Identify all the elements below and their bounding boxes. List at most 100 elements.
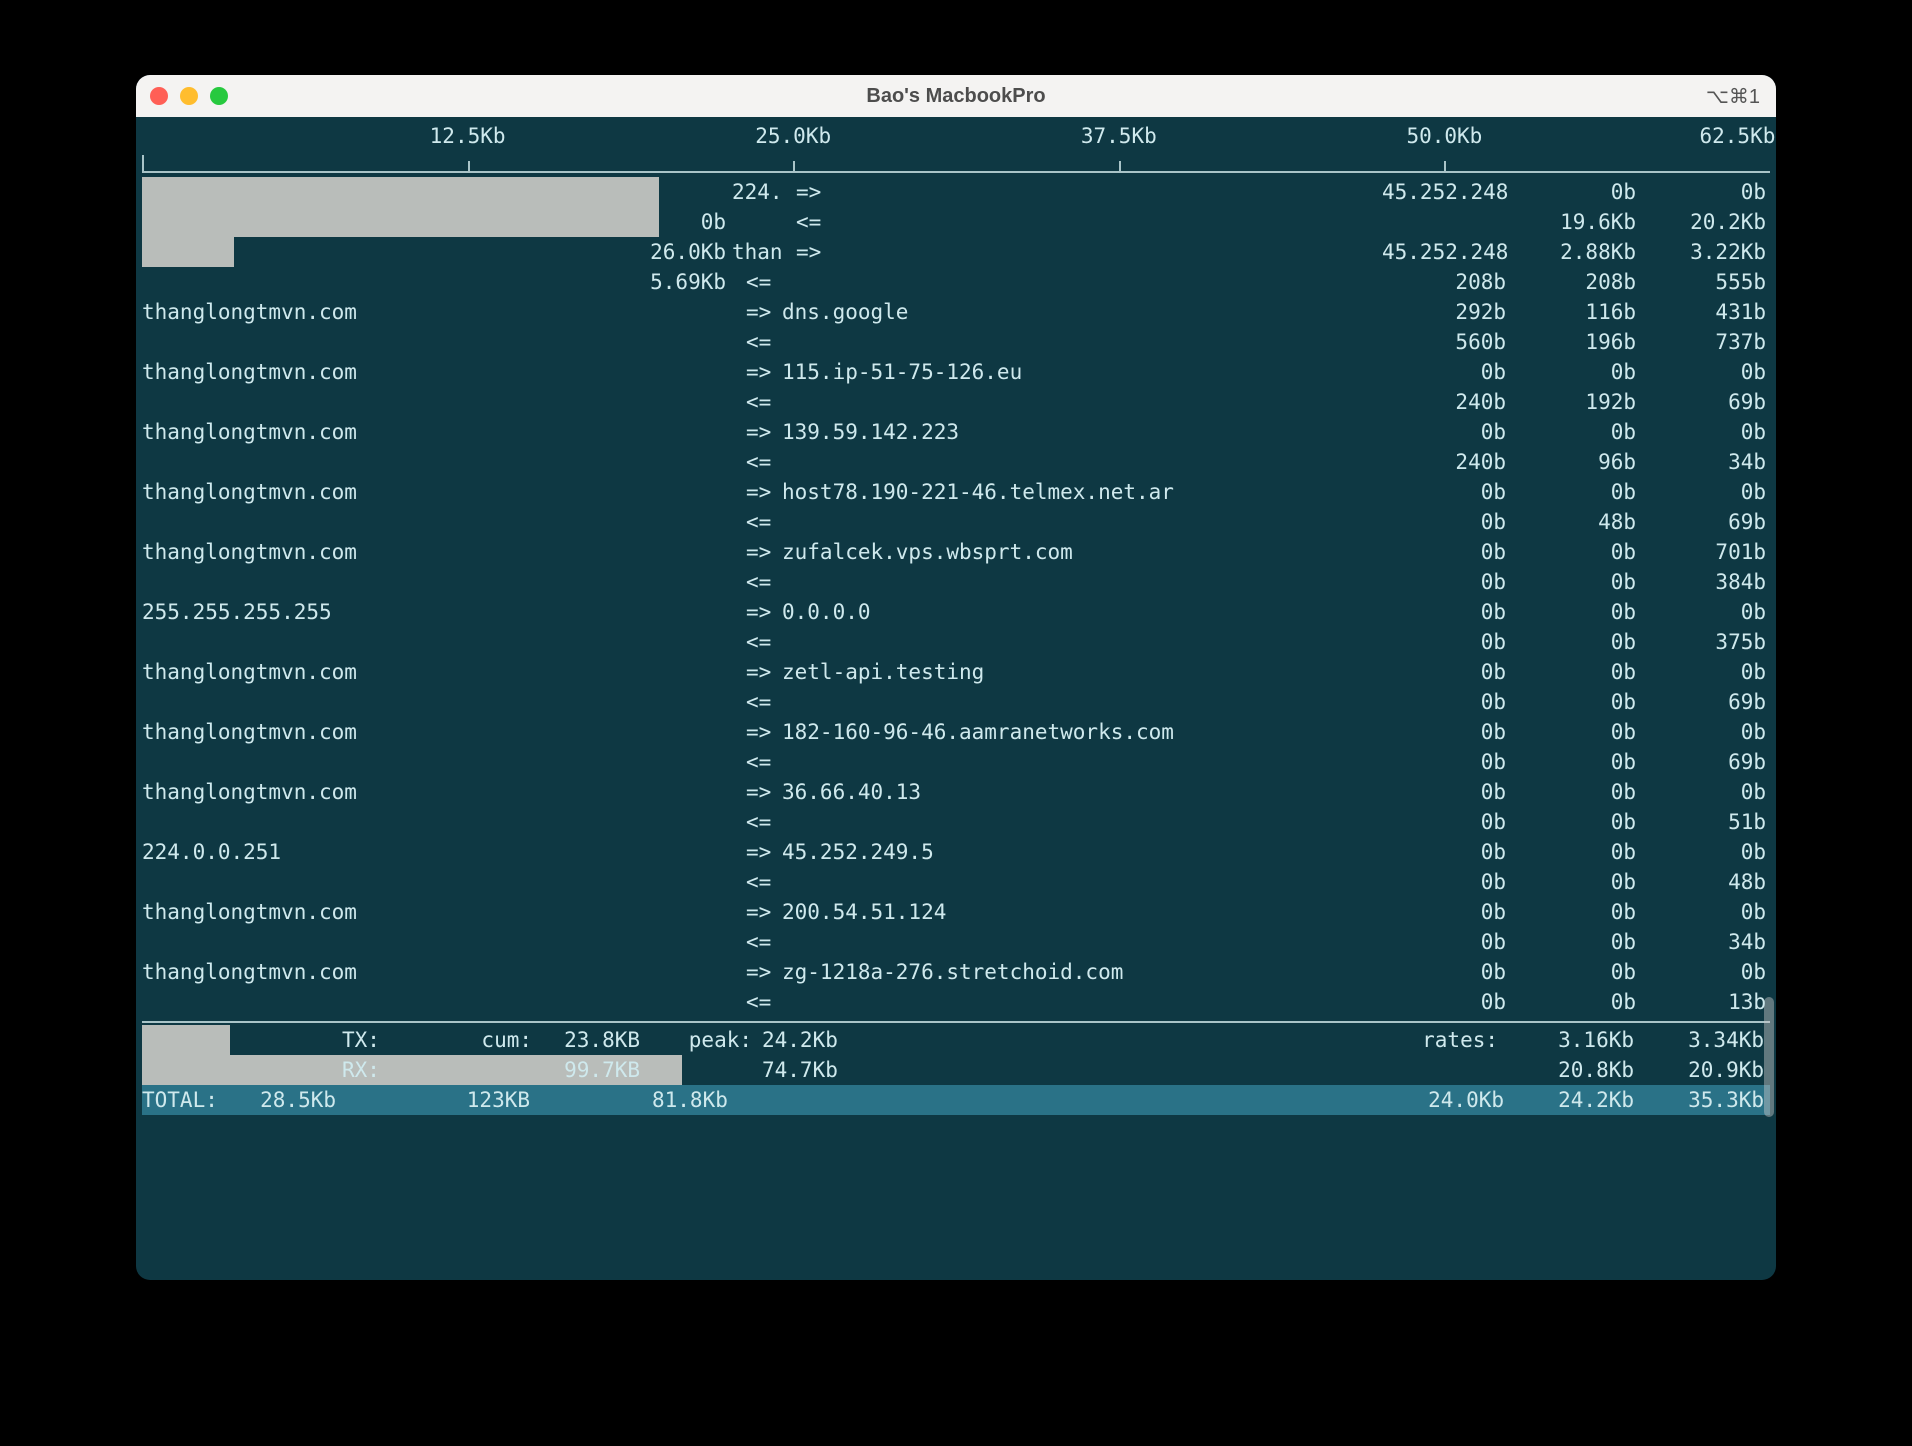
tx-rate-2s: 3.16Kb xyxy=(1510,1025,1640,1055)
arrow-rx-icon: <= xyxy=(732,267,782,297)
tx-peak: 24.2Kb xyxy=(762,1025,1270,1055)
summary-tx-row: TX: cum: 23.8KB peak: 24.2Kb rates: 3.16… xyxy=(142,1025,1770,1055)
rx-rate-2s: 0b xyxy=(1382,687,1512,717)
arrow-rx-icon: <= xyxy=(732,927,782,957)
arrow-tx-icon: => xyxy=(732,657,782,687)
src-host: thanglongtmvn.com xyxy=(142,537,732,567)
rx-rate-10s: 196b xyxy=(1512,327,1642,357)
scale-tick-label: 12.5Kb xyxy=(430,121,506,151)
scale-tick-label: 50.0Kb xyxy=(1406,121,1482,151)
tx-rate-2s: 0b xyxy=(1382,597,1512,627)
connection-tx-row: thanglongtmvn.com=>dns.google292b116b431… xyxy=(142,297,1770,327)
tx-rate-10s: 0b xyxy=(1512,357,1642,387)
total-peak: 81.8Kb xyxy=(652,1085,762,1115)
src-host: 224.0.0.240 xyxy=(732,177,782,207)
arrow-rx-icon: <= xyxy=(732,387,782,417)
tx-rate-10s: 3.34Kb xyxy=(1640,1025,1770,1055)
dst-host: 45.252.248.108 xyxy=(1382,237,1512,267)
summary-rx-row: RX: 99.7KB 74.7Kb 20.8Kb 20.9Kb 28.5Kb xyxy=(142,1055,1770,1085)
dst-host: 45.252.248.108 xyxy=(1382,177,1512,207)
tx-rate-10s: 0b xyxy=(1512,837,1642,867)
rx-rate-40s: 69b xyxy=(1642,747,1772,777)
connection-tx-row: thanglongtmvn.com=>zufalcek.vps.wbsprt.c… xyxy=(142,537,1770,567)
tx-rate-10s: 0b xyxy=(1512,777,1642,807)
connection-rx-row: <=0b0b48b xyxy=(142,867,1770,897)
rx-rate-2s: 0b xyxy=(1382,747,1512,777)
tx-rate-10s: 0b xyxy=(1512,597,1642,627)
tx-rate-2s: 0b xyxy=(1382,357,1512,387)
tx-rate-40s: 0b xyxy=(1642,777,1772,807)
tx-rate-2s: 0b xyxy=(1382,897,1512,927)
connection-tx-row: thanglongtmvn.com=>182-160-96-46.aamrane… xyxy=(142,717,1770,747)
tx-rate-bar xyxy=(142,177,659,207)
arrow-tx-icon: => xyxy=(732,897,782,927)
rx-rate-10s: 0b xyxy=(1512,747,1642,777)
dst-host: 115.ip-51-75-126.eu xyxy=(782,357,1382,387)
rx-rate-40s: 375b xyxy=(1642,627,1772,657)
total-cum: 123KB xyxy=(432,1085,542,1115)
total-rate-10s: 24.2Kb xyxy=(1510,1085,1640,1115)
connection-tx-row: thanglongtmvn.com=>36.66.40.130b0b0b xyxy=(142,777,1770,807)
rx-rate-2s: 208b xyxy=(1382,267,1512,297)
tx-rate-2s: 0b xyxy=(1382,537,1512,567)
tx-rate-2s: 0b xyxy=(1382,777,1512,807)
connection-rx-row: <=0b0b34b xyxy=(142,927,1770,957)
rx-rate-40s: 69b xyxy=(1642,507,1772,537)
rx-rate-2s: 0b xyxy=(1382,867,1512,897)
tx-rate-40s: 5.69Kb xyxy=(142,267,732,297)
tx-rate-2s: 0b xyxy=(1512,177,1642,207)
tx-rate-10s: 0b xyxy=(1512,897,1642,927)
tx-rate-2s: 2.88Kb xyxy=(1512,237,1642,267)
terminal-viewport[interactable]: 12.5Kb 25.0Kb 37.5Kb 50.0Kb 62.5Kb 224.0… xyxy=(136,117,1776,1280)
tx-rate-bar xyxy=(142,1025,230,1055)
rx-rate-10s: 0b xyxy=(1512,807,1642,837)
dst-host: 45.252.249.5 xyxy=(782,837,1382,867)
tx-rate-40s: 0b xyxy=(1642,837,1772,867)
rx-rate-10s: 208b xyxy=(1512,267,1642,297)
rx-rate-10s: 96b xyxy=(1512,447,1642,477)
rx-cum: 99.7KB xyxy=(542,1055,652,1085)
rates-label: rates: xyxy=(1380,1025,1510,1055)
src-host: thanglongtmvn.com xyxy=(142,417,732,447)
src-host: 224.0.0.251 xyxy=(142,837,732,867)
rx-rate-40s: 384b xyxy=(1642,567,1772,597)
tx-label: TX: xyxy=(342,1025,432,1055)
total-rate-40s: 35.3Kb xyxy=(1640,1085,1770,1115)
rx-rate-40s: 34b xyxy=(1642,447,1772,477)
src-host: thanglongtmvn.com xyxy=(142,477,732,507)
rx-rate-40s: 34b xyxy=(1642,927,1772,957)
tx-rate-10s: 0b xyxy=(1512,477,1642,507)
rx-rate-10s: 0b xyxy=(1512,927,1642,957)
cum-label: cum: xyxy=(432,1025,542,1055)
connection-tx-row: 224.0.0.251=>45.252.249.50b0b0b xyxy=(142,837,1770,867)
connection-tx-row: thanglongtmvn.com=>host78.190-221-46.tel… xyxy=(142,477,1770,507)
connection-rx-row: <=240b96b34b xyxy=(142,447,1770,477)
connection-rx-row: <=0b0b13b xyxy=(142,987,1770,1017)
connection-tx-row: thanglongtmvn.com=>200.54.51.1240b0b0b xyxy=(142,897,1770,927)
rx-rate-10s: 48b xyxy=(1512,507,1642,537)
dst-host: host78.190-221-46.telmex.net.ar xyxy=(782,477,1382,507)
rx-rate-10s: 192b xyxy=(1512,387,1642,417)
titlebar[interactable]: Bao's MacbookPro ⌥⌘1 xyxy=(136,75,1776,117)
rx-rate-10s: 0b xyxy=(1512,687,1642,717)
connection-rx-row: <=0b0b51b xyxy=(142,807,1770,837)
tx-rate-10s: 0b xyxy=(1512,717,1642,747)
rx-rate-40s: 737b xyxy=(1642,327,1772,357)
src-host: thanglongtmvn.com xyxy=(142,357,732,387)
connection-rx-row: <=0b0b69b xyxy=(142,687,1770,717)
tx-rate-40s: 0b xyxy=(1642,417,1772,447)
tx-rate-40s: 0b xyxy=(1642,957,1772,987)
rx-rate-40s: 69b xyxy=(1642,387,1772,417)
arrow-rx-icon: <= xyxy=(732,747,782,777)
rx-rate-2s: 0b xyxy=(1382,807,1512,837)
arrow-tx-icon: => xyxy=(732,357,782,387)
dst-host: 36.66.40.13 xyxy=(782,777,1382,807)
arrow-rx-icon: <= xyxy=(732,507,782,537)
tx-rate-10s: 0b xyxy=(1512,657,1642,687)
rx-rate-10s: 0b xyxy=(1512,987,1642,1017)
tx-rate-10s: 0b xyxy=(1642,177,1772,207)
tx-rate-2s: 292b xyxy=(1382,297,1512,327)
bandwidth-scale: 12.5Kb 25.0Kb 37.5Kb 50.0Kb 62.5Kb xyxy=(142,117,1770,173)
connection-list: 224.0.0.240=>45.252.248.1080b0b0b<=19.6K… xyxy=(142,177,1770,1017)
rx-rate-2s: 20.8Kb xyxy=(1510,1055,1640,1085)
